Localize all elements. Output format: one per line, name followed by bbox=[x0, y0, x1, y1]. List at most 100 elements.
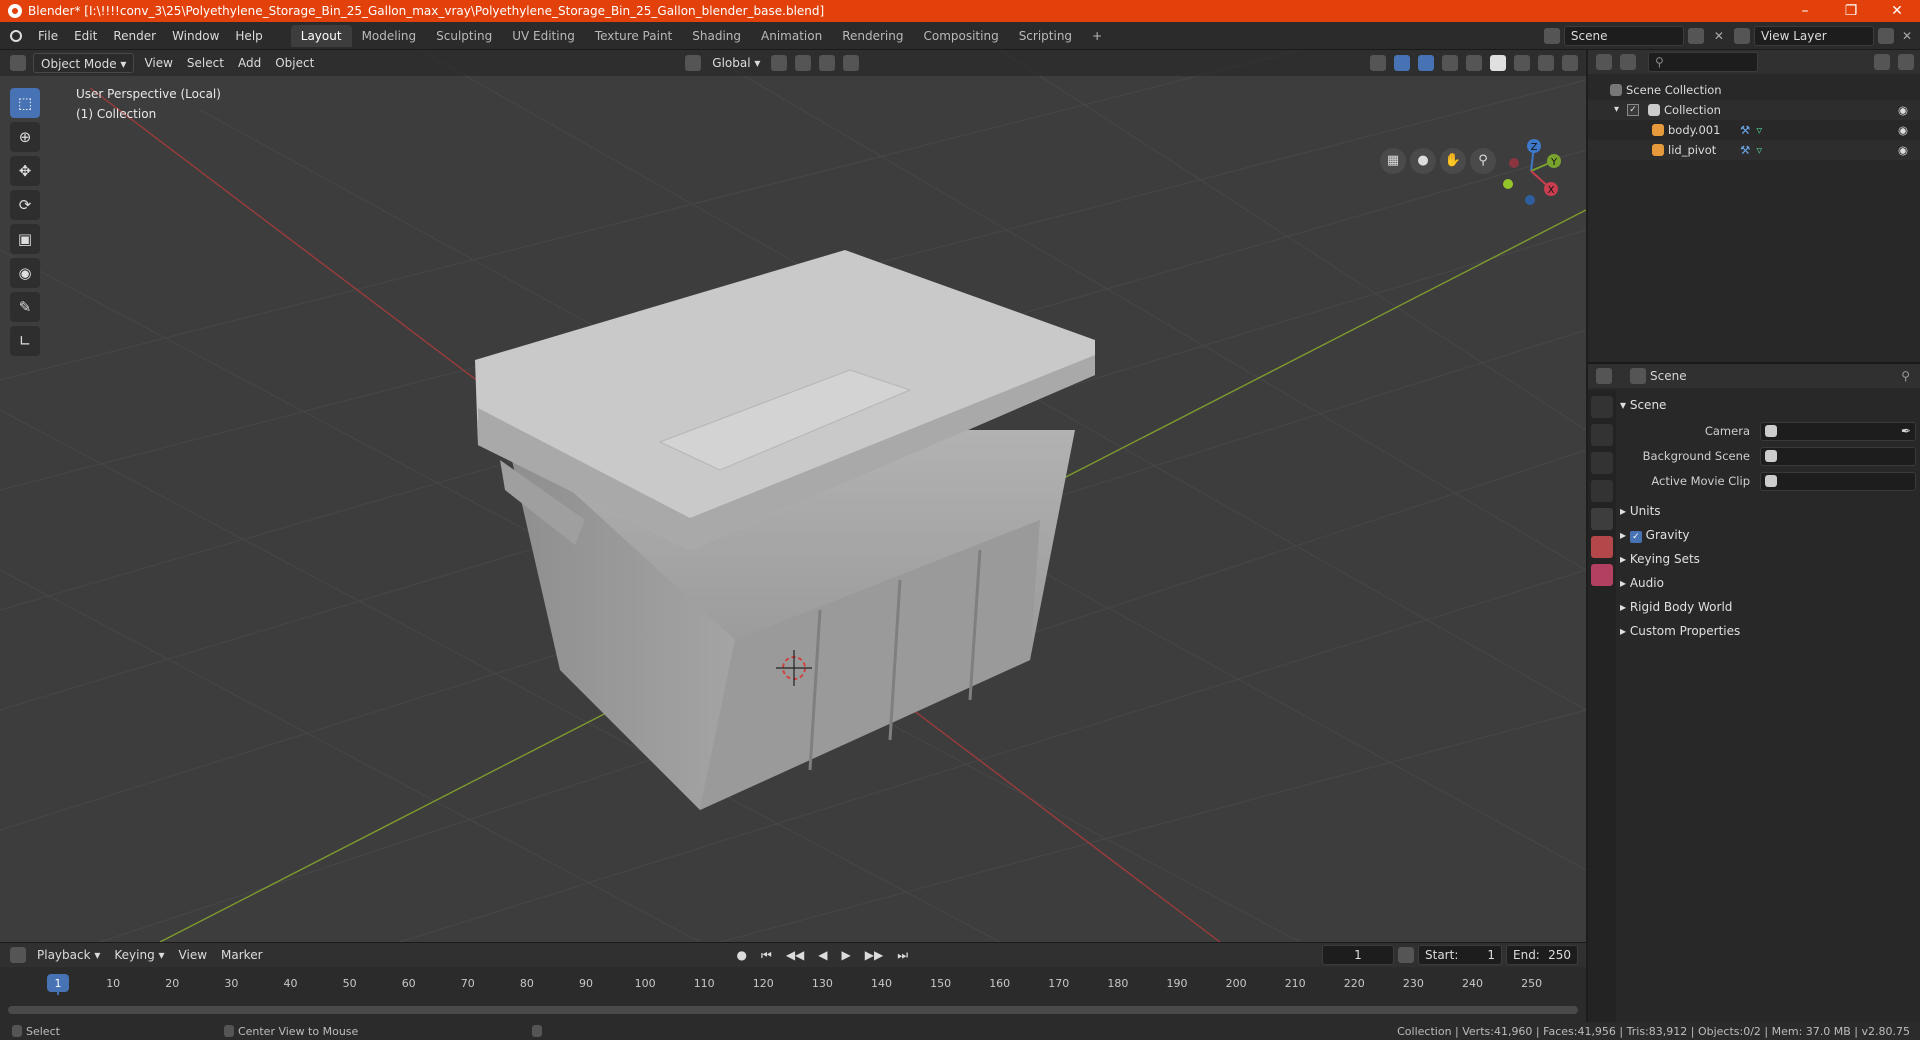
tab-modeling[interactable]: Modeling bbox=[352, 25, 427, 47]
navigation-gizmo[interactable]: Z Y X bbox=[1496, 136, 1566, 206]
overlay-toggle-icon[interactable] bbox=[1418, 55, 1434, 71]
outliner-object-row[interactable]: body.001 ⚒ ▿ ◉ bbox=[1588, 120, 1920, 140]
menu-marker[interactable]: Marker bbox=[214, 945, 269, 965]
tab-layout[interactable]: Layout bbox=[290, 24, 352, 47]
minimize-icon[interactable]: – bbox=[1782, 3, 1828, 19]
visibility-icon[interactable] bbox=[1370, 55, 1386, 71]
menu-file[interactable]: File bbox=[30, 25, 66, 47]
new-view-layer-icon[interactable] bbox=[1877, 27, 1894, 44]
new-scene-icon[interactable] bbox=[1687, 27, 1704, 44]
prev-keyframe-icon[interactable]: ◀◀ bbox=[779, 945, 811, 965]
custom-properties-panel[interactable]: ▸ Custom Properties bbox=[1620, 620, 1916, 642]
record-icon[interactable]: ● bbox=[730, 945, 754, 965]
transform-tool[interactable]: ◉ bbox=[10, 258, 40, 288]
material-shading-icon[interactable] bbox=[1514, 55, 1530, 71]
mode-dropdown[interactable]: Object Mode ▾ bbox=[33, 53, 135, 73]
pan-view-icon[interactable]: ✋ bbox=[1440, 148, 1466, 174]
filter-icon[interactable] bbox=[1874, 54, 1890, 70]
outliner-object-row[interactable]: lid_pivot ⚒ ▿ ◉ bbox=[1588, 140, 1920, 160]
snap-icon[interactable] bbox=[795, 55, 812, 71]
audio-panel[interactable]: ▸ Audio bbox=[1620, 572, 1916, 594]
play-icon[interactable]: ▶ bbox=[835, 945, 858, 965]
start-frame-field[interactable]: Start: 1 bbox=[1418, 945, 1502, 965]
mesh-data-icon[interactable]: ▿ bbox=[1756, 120, 1762, 140]
menu-render[interactable]: Render bbox=[105, 25, 164, 47]
timeline-editor-type-icon[interactable] bbox=[10, 947, 26, 963]
timeline-ruler[interactable]: 1 10 20 30 40 50 60 70 80 90 100 110 120 130 140 150 160… bbox=[0, 973, 1586, 995]
editor-type-icon[interactable] bbox=[10, 55, 26, 71]
camera-view-icon[interactable]: ● bbox=[1410, 148, 1436, 174]
tab-animation[interactable]: Animation bbox=[751, 25, 832, 47]
active-movie-clip-field[interactable] bbox=[1760, 471, 1916, 491]
pin-icon[interactable]: ⚲ bbox=[1901, 369, 1910, 383]
tab-compositing[interactable]: Compositing bbox=[913, 25, 1008, 47]
scene-tab-icon[interactable] bbox=[1591, 508, 1613, 530]
outliner-scene-collection[interactable]: Scene Collection bbox=[1588, 80, 1920, 100]
storage-bin-model[interactable] bbox=[475, 250, 1095, 810]
tab-shading[interactable]: Shading bbox=[682, 25, 751, 47]
jump-end-icon[interactable]: ⏭ bbox=[890, 945, 915, 965]
scene-field[interactable]: Scene bbox=[1563, 25, 1684, 46]
tab-uv-editing[interactable]: UV Editing bbox=[502, 25, 585, 47]
menu-view[interactable]: View bbox=[137, 53, 179, 73]
delete-scene-icon[interactable]: ✕ bbox=[1714, 29, 1724, 43]
measure-tool[interactable]: ∟ bbox=[10, 326, 40, 356]
collection-visibility-icon[interactable]: ◉ bbox=[1898, 100, 1908, 120]
gravity-panel[interactable]: ▸ ✓ Gravity bbox=[1620, 524, 1916, 546]
cursor-tool[interactable]: ⊕ bbox=[10, 122, 40, 152]
transform-orientation-dropdown[interactable]: Global ▾ bbox=[705, 53, 767, 73]
menu-window[interactable]: Window bbox=[164, 25, 227, 47]
zoom-view-icon[interactable]: ⚲ bbox=[1470, 148, 1496, 174]
select-box-tool[interactable]: ⬚ bbox=[10, 88, 40, 118]
menu-timeline-view[interactable]: View bbox=[172, 945, 214, 965]
keying-sets-panel[interactable]: ▸ Keying Sets bbox=[1620, 548, 1916, 570]
3d-viewport[interactable]: Object Mode ▾ View Select Add Object Glo… bbox=[0, 50, 1586, 942]
background-scene-field[interactable] bbox=[1760, 446, 1916, 466]
rendered-shading-icon[interactable] bbox=[1538, 55, 1554, 71]
wireframe-shading-icon[interactable] bbox=[1466, 55, 1482, 71]
proportional-edit-icon[interactable] bbox=[843, 55, 860, 71]
xray-icon[interactable] bbox=[1442, 55, 1458, 71]
world-tab-icon[interactable] bbox=[1591, 536, 1613, 558]
camera-field[interactable]: ✒ bbox=[1760, 421, 1916, 441]
texture-tab-icon[interactable] bbox=[1591, 564, 1613, 586]
menu-object[interactable]: Object bbox=[268, 53, 321, 73]
object-visibility-icon[interactable]: ◉ bbox=[1898, 140, 1908, 160]
tool-tab-icon[interactable] bbox=[1591, 396, 1613, 418]
units-panel[interactable]: ▸ Units bbox=[1620, 500, 1916, 522]
snap-target-icon[interactable] bbox=[819, 55, 836, 71]
eyedropper-icon[interactable]: ✒ bbox=[1901, 424, 1911, 438]
rigid-body-world-panel[interactable]: ▸ Rigid Body World bbox=[1620, 596, 1916, 618]
gizmo-toggle-icon[interactable] bbox=[1394, 55, 1410, 71]
gravity-checkbox[interactable]: ✓ bbox=[1629, 531, 1642, 543]
properties-editor-type-icon[interactable] bbox=[1596, 368, 1612, 384]
output-tab-icon[interactable] bbox=[1591, 452, 1613, 474]
render-tab-icon[interactable] bbox=[1591, 424, 1613, 446]
move-tool[interactable]: ✥ bbox=[10, 156, 40, 186]
modifier-icon[interactable]: ⚒ bbox=[1740, 120, 1750, 140]
pivot-icon[interactable] bbox=[771, 55, 788, 71]
new-collection-icon[interactable] bbox=[1898, 54, 1914, 70]
annotate-tool[interactable]: ✎ bbox=[10, 292, 40, 322]
menu-edit[interactable]: Edit bbox=[66, 25, 105, 47]
rotate-tool[interactable]: ⟳ bbox=[10, 190, 40, 220]
current-frame-field[interactable]: 1 bbox=[1322, 945, 1394, 965]
outliner-editor-type-icon[interactable] bbox=[1596, 54, 1612, 70]
toggle-camera-view-icon[interactable]: ▦ bbox=[1380, 148, 1406, 174]
menu-playback[interactable]: Playback ▾ bbox=[30, 945, 107, 965]
display-mode-icon[interactable] bbox=[1620, 54, 1636, 70]
tab-scripting[interactable]: Scripting bbox=[1009, 25, 1082, 47]
scene-panel-header[interactable]: ▾ Scene bbox=[1620, 394, 1916, 416]
outliner-search-input[interactable]: ⚲ bbox=[1648, 52, 1758, 72]
end-frame-field[interactable]: End: 250 bbox=[1506, 945, 1578, 965]
menu-help[interactable]: Help bbox=[227, 25, 270, 47]
timeline-scrollbar[interactable] bbox=[8, 1006, 1578, 1014]
tab-rendering[interactable]: Rendering bbox=[832, 25, 913, 47]
add-workspace-icon[interactable]: + bbox=[1082, 25, 1112, 47]
delete-view-layer-icon[interactable]: ✕ bbox=[1902, 29, 1912, 43]
tab-sculpting[interactable]: Sculpting bbox=[426, 25, 502, 47]
blender-menu-icon[interactable] bbox=[10, 29, 22, 42]
menu-keying[interactable]: Keying ▾ bbox=[107, 945, 171, 965]
menu-select[interactable]: Select bbox=[180, 53, 231, 73]
object-visibility-icon[interactable]: ◉ bbox=[1898, 120, 1908, 140]
